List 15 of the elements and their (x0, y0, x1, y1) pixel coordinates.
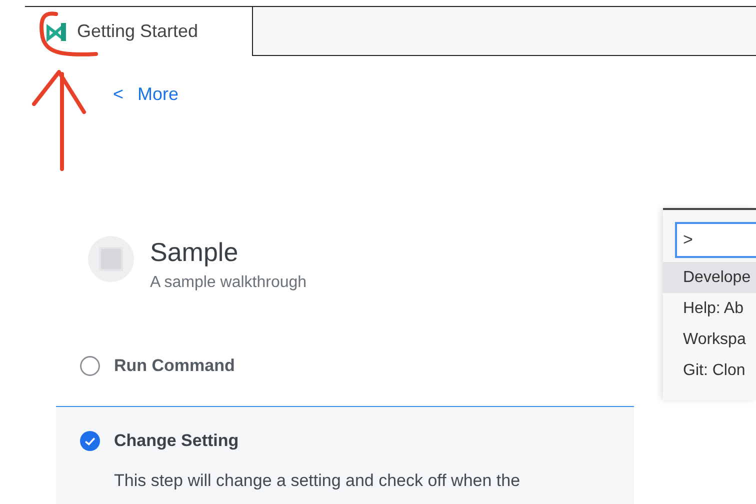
walkthrough-description: A sample walkthrough (150, 274, 307, 292)
walkthrough-title: Sample (150, 236, 240, 268)
command-item[interactable]: Help: Ab (663, 293, 756, 324)
command-item[interactable]: Develope (663, 262, 756, 293)
step-title[interactable]: Run Command (114, 356, 235, 376)
step-title[interactable]: Change Setting (114, 431, 239, 451)
command-input[interactable]: > (675, 222, 756, 258)
checked-circle-icon[interactable] (80, 431, 100, 451)
walkthrough-icon (88, 236, 134, 282)
step-description: This step will change a setting and check off when the (114, 471, 522, 491)
command-item[interactable]: Workspa (663, 324, 756, 355)
editor-tab[interactable]: Getting Started (25, 6, 253, 56)
command-item[interactable]: Git: Clon (663, 355, 756, 386)
back-link[interactable]: < More (113, 84, 179, 105)
radio-circle-icon[interactable] (80, 356, 100, 376)
